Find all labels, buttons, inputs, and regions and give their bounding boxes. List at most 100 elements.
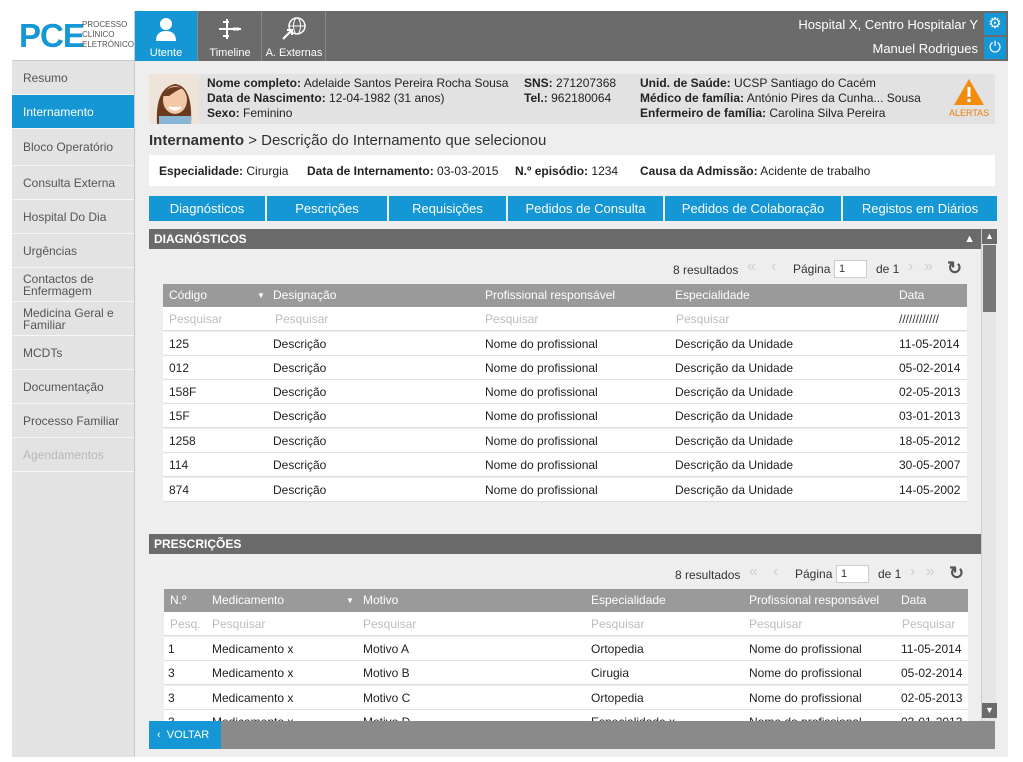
cell: Descrição da Unidade bbox=[675, 361, 794, 375]
sidebar-item-medicina-geral[interactable]: Medicina Geral e Familiar bbox=[12, 302, 134, 336]
sidebar-item-processo-familiar[interactable]: Processo Familiar bbox=[12, 404, 134, 438]
prev-page-icon[interactable]: ‹ bbox=[771, 258, 776, 276]
last-page-icon[interactable]: » bbox=[924, 258, 933, 276]
patient-unit: UCSP Santiago do Cacém bbox=[734, 76, 876, 90]
patient-nurse: Carolina Silva Pereira bbox=[769, 106, 886, 120]
sidebar-item-internamento[interactable]: Internamento bbox=[12, 95, 134, 129]
next-page-icon[interactable]: › bbox=[908, 258, 913, 276]
col-designacao[interactable]: Designação bbox=[273, 284, 336, 307]
cell: 05-02-2014 bbox=[901, 666, 963, 680]
table-row[interactable]: 1258 Descrição Nome do profissional Desc… bbox=[163, 429, 967, 453]
search-input[interactable]: Pesquisar bbox=[902, 612, 955, 636]
search-input[interactable]: Pesquisar bbox=[749, 612, 802, 636]
cell: Motivo A bbox=[363, 642, 410, 656]
tab-pedidos-consulta[interactable]: Pedidos de Consulta bbox=[508, 196, 663, 221]
refresh-icon[interactable]: ↻ bbox=[949, 563, 964, 584]
utente-button[interactable]: Utente bbox=[135, 11, 198, 61]
external-button[interactable]: A. Externas bbox=[263, 11, 326, 61]
tab-registos-diarios[interactable]: Registos em Diários bbox=[843, 196, 997, 221]
table-row[interactable]: 125 Descrição Nome do profissional Descr… bbox=[163, 332, 967, 356]
tab-prescricoes[interactable]: Pescrições bbox=[267, 196, 387, 221]
collapse-icon[interactable]: ▲ bbox=[964, 229, 975, 249]
tab-requisicoes[interactable]: Requisições bbox=[389, 196, 506, 221]
search-input[interactable]: Pesquisar bbox=[212, 612, 265, 636]
table-row[interactable]: 3 Medicamento x Motivo B Cirugia Nome do… bbox=[164, 661, 968, 685]
next-page-icon[interactable]: › bbox=[910, 563, 915, 581]
admission-episode: N.º episódio: 1234 bbox=[515, 164, 618, 178]
tab-pedidos-colaboracao[interactable]: Pedidos de Colaboração bbox=[665, 196, 841, 221]
logo-line-3: ELETRÓNICO bbox=[82, 40, 135, 49]
diagnosticos-header[interactable]: DIAGNÓSTICOS ▲ bbox=[149, 229, 981, 249]
first-page-icon[interactable]: « bbox=[747, 258, 756, 276]
search-input[interactable]: Pesquisar bbox=[169, 307, 222, 331]
sidebar-item-mcdts[interactable]: MCDTs bbox=[12, 336, 134, 370]
vertical-scrollbar[interactable]: ▲ ▼ bbox=[981, 229, 997, 722]
scroll-up-icon[interactable]: ▲ bbox=[982, 229, 997, 244]
sidebar-item-contactos-enfermagem[interactable]: Contactos de Enfermagem bbox=[12, 268, 134, 302]
cell: Descrição bbox=[273, 434, 327, 448]
hospital-name[interactable]: Hospital X, Centro Hospitalar Y bbox=[798, 17, 978, 32]
breadcrumb-root[interactable]: Internamento bbox=[149, 132, 244, 149]
col-codigo[interactable]: Código bbox=[169, 284, 207, 307]
cell: 11-05-2014 bbox=[899, 337, 960, 351]
sidebar-item-consulta-externa[interactable]: Consulta Externa bbox=[12, 166, 134, 200]
sidebar-item-bloco-operatorio[interactable]: Bloco Operatório bbox=[12, 129, 134, 166]
scroll-thumb[interactable] bbox=[983, 245, 996, 312]
timeline-button[interactable]: Timeline bbox=[199, 11, 262, 61]
logo-line-1: PROCESSO bbox=[82, 20, 128, 29]
cell: Descrição da Unidade bbox=[675, 434, 794, 448]
col-data[interactable]: Data bbox=[899, 284, 924, 307]
user-name[interactable]: Manuel Rodrigues bbox=[872, 41, 978, 56]
cell: 14-05-2002 bbox=[899, 483, 961, 497]
page-input[interactable]: 1 bbox=[836, 565, 869, 583]
last-page-icon[interactable]: » bbox=[926, 563, 935, 581]
page-input[interactable]: 1 bbox=[834, 260, 867, 278]
refresh-icon[interactable]: ↻ bbox=[947, 258, 962, 279]
prescricoes-table: N.º Medicamento ▼ Motivo Especialidade P… bbox=[164, 589, 968, 722]
table-row[interactable]: 012 Descrição Nome do profissional Descr… bbox=[163, 356, 967, 380]
pce-logo[interactable]: PCE PROCESSO CLÍNICO ELETRÓNICO bbox=[12, 11, 135, 61]
col-data[interactable]: Data bbox=[901, 589, 926, 612]
unit-label: Unid. de Saúde: bbox=[640, 76, 731, 90]
search-input[interactable]: Pesq. bbox=[170, 612, 201, 636]
sidebar-item-hospital-dia[interactable]: Hospital Do Dia bbox=[12, 200, 134, 234]
col-medicamento[interactable]: Medicamento bbox=[212, 589, 284, 612]
col-profissional[interactable]: Profissional responsável bbox=[749, 589, 879, 612]
col-especialidade[interactable]: Especialidade bbox=[591, 589, 666, 612]
date-filter-input[interactable]: //////////// bbox=[899, 307, 939, 331]
alerts-button[interactable]: ALERTAS bbox=[949, 78, 989, 118]
table-row[interactable]: 15F Descrição Nome do profissional Descr… bbox=[163, 404, 967, 428]
episode-value: 1234 bbox=[591, 164, 619, 178]
sidebar-item-documentacao[interactable]: Documentação bbox=[12, 370, 134, 404]
table-row[interactable]: 3 Medicamento x Motivo C Ortopedia Nome … bbox=[164, 686, 968, 710]
sidebar-item-urgencias[interactable]: Urgências bbox=[12, 234, 134, 268]
table-row[interactable]: 114 Descrição Nome do profissional Descr… bbox=[163, 453, 967, 477]
first-page-icon[interactable]: « bbox=[749, 563, 758, 581]
table-row[interactable]: 874 Descrição Nome do profissional Descr… bbox=[163, 478, 967, 502]
tab-diagnosticos[interactable]: Diagnósticos bbox=[149, 196, 265, 221]
col-numero[interactable]: N.º bbox=[170, 589, 186, 612]
sidebar-item-resumo[interactable]: Resumo bbox=[12, 61, 134, 95]
col-profissional[interactable]: Profissional responsável bbox=[485, 284, 615, 307]
scroll-down-icon[interactable]: ▼ bbox=[982, 703, 997, 718]
prescricoes-header[interactable]: PRESCRIÇÕES bbox=[149, 534, 981, 554]
prev-page-icon[interactable]: ‹ bbox=[773, 563, 778, 581]
back-button[interactable]: ‹ VOLTAR bbox=[149, 721, 221, 749]
date-label: Data de Internamento: bbox=[307, 164, 434, 178]
cell: Cirugia bbox=[591, 666, 630, 680]
cause-value: Acidente de trabalho bbox=[760, 164, 871, 178]
power-icon[interactable]: ⏻ bbox=[984, 37, 1006, 59]
search-input[interactable]: Pesquisar bbox=[591, 612, 644, 636]
search-input[interactable]: Pesquisar bbox=[676, 307, 729, 331]
cell: Descrição da Unidade bbox=[675, 385, 794, 399]
col-motivo[interactable]: Motivo bbox=[363, 589, 398, 612]
search-input[interactable]: Pesquisar bbox=[363, 612, 416, 636]
sort-down-icon[interactable]: ▼ bbox=[346, 589, 354, 612]
search-input[interactable]: Pesquisar bbox=[485, 307, 538, 331]
sort-down-icon[interactable]: ▼ bbox=[257, 284, 265, 307]
table-row[interactable]: 158F Descrição Nome do profissional Desc… bbox=[163, 380, 967, 404]
gear-icon[interactable]: ⚙ bbox=[984, 13, 1006, 35]
table-row[interactable]: 1 Medicamento x Motivo A Ortopedia Nome … bbox=[164, 637, 968, 661]
col-especialidade[interactable]: Especialidade bbox=[675, 284, 750, 307]
search-input[interactable]: Pesquisar bbox=[275, 307, 328, 331]
